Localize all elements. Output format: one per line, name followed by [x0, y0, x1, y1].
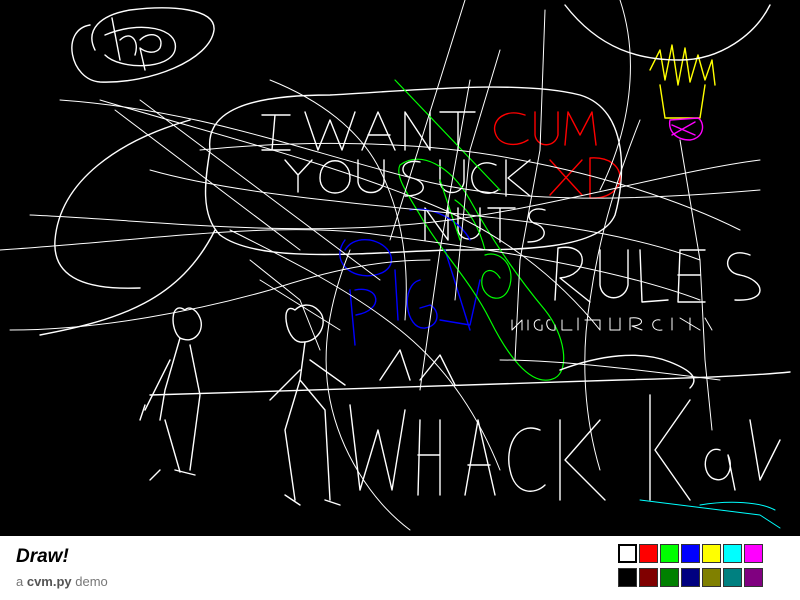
color-swatch[interactable]: [618, 544, 637, 563]
app-title: Draw!: [16, 546, 69, 567]
color-swatch[interactable]: [639, 544, 658, 563]
color-swatch[interactable]: [702, 544, 721, 563]
color-swatch[interactable]: [639, 568, 658, 587]
color-swatch[interactable]: [744, 568, 763, 587]
color-palette: [618, 544, 786, 587]
drawing-canvas[interactable]: [0, 0, 800, 536]
color-swatch[interactable]: [618, 568, 637, 587]
subtitle-module: cvm.py: [26, 574, 72, 589]
color-swatch[interactable]: [744, 544, 763, 563]
color-swatch[interactable]: [660, 568, 679, 587]
color-swatch[interactable]: [681, 544, 700, 563]
color-swatch[interactable]: [681, 568, 700, 587]
color-swatch[interactable]: [660, 544, 679, 563]
subtitle-suffix: demo: [71, 574, 108, 589]
subtitle-prefix: a: [16, 574, 27, 589]
color-swatch[interactable]: [723, 568, 742, 587]
color-swatch[interactable]: [702, 568, 721, 587]
app-subtitle: a cvm.py demo: [16, 574, 108, 589]
color-swatch[interactable]: [723, 544, 742, 563]
footer-bar: Draw! a cvm.py demo: [0, 536, 800, 600]
drawing-area[interactable]: [0, 0, 800, 536]
